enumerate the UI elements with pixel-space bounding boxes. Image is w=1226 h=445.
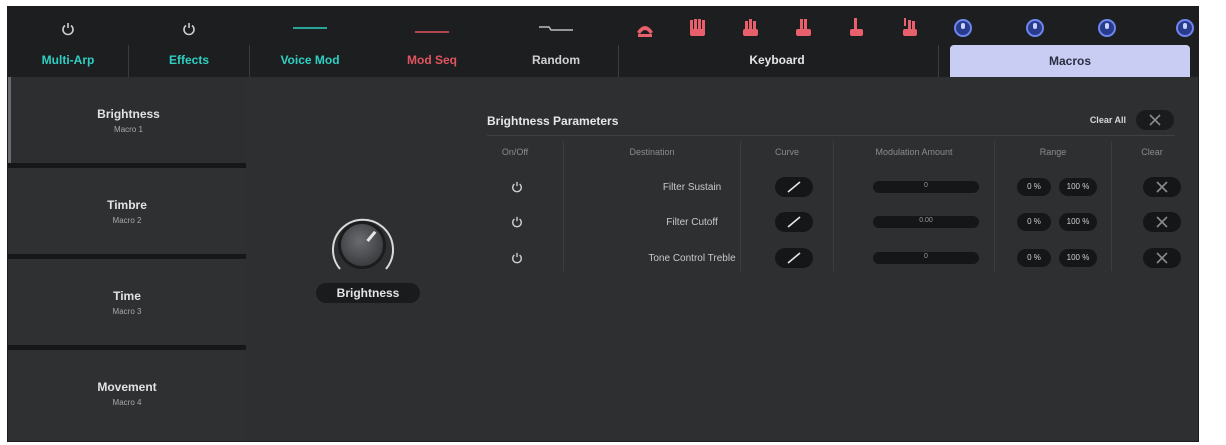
close-icon [1149,114,1161,126]
tab-random[interactable]: Random [494,7,618,77]
hand-swipe-icon[interactable] [635,16,655,38]
column-header-modulation-amount: Modulation Amount [875,147,953,157]
tab-macros[interactable]: Macros [950,45,1190,77]
random-line-icon [494,17,618,41]
macro-1-knob-icon[interactable] [954,19,972,37]
table-row: Tone Control Treble 0 0 % 100 % [487,244,1181,274]
tab-multi-arp[interactable]: Multi-Arp [8,7,128,77]
tab-mod-seq-label: Mod Seq [407,53,457,67]
macro-knob-icons [938,15,1198,41]
three-finger-icon[interactable] [741,16,761,38]
curve-line-icon [787,181,801,193]
macro-item-movement[interactable]: Movement Macro 4 [8,350,246,441]
range-min-field[interactable]: 0 % [1017,249,1051,267]
line-icon [370,17,494,41]
macro-item-subtitle: Macro 1 [114,125,143,134]
macro-item-subtitle: Macro 3 [112,307,142,316]
line-icon [250,17,370,41]
tab-voice-mod-label: Voice Mod [280,53,340,67]
macro-item-subtitle: Macro 2 [112,216,142,225]
column-header-range: Range [1039,147,1067,157]
macro-item-time[interactable]: Time Macro 3 [8,259,246,345]
macro-item-title: Brightness [97,107,160,121]
table-row: Filter Sustain 0 0 % 100 % [487,173,1181,203]
knob-body [338,221,386,269]
keyboard-mode-icons [618,13,936,41]
macro-4-knob-icon[interactable] [1176,19,1194,37]
top-tab-bar: Multi-Arp Effects Voice Mod Mod Seq Rand… [8,7,1198,77]
params-title: Brightness Parameters [487,114,619,128]
slide-finger-icon[interactable] [900,16,920,38]
column-header-on-off: On/Off [501,147,529,157]
close-icon [1156,181,1168,193]
power-toggle-icon[interactable] [511,216,523,228]
range-max-field[interactable]: 100 % [1059,213,1097,231]
power-icon[interactable] [8,17,128,41]
power-toggle-icon[interactable] [511,252,523,264]
macro-item-title: Movement [97,380,157,394]
power-toggle-icon[interactable] [511,181,523,193]
tab-voice-mod[interactable]: Voice Mod [250,7,370,77]
macro-item-title: Time [113,289,141,303]
tab-mod-seq[interactable]: Mod Seq [370,7,494,77]
macro-item-subtitle: Macro 4 [112,398,142,407]
close-icon [1156,216,1168,228]
tab-divider [938,45,939,77]
clear-row-button[interactable] [1143,177,1181,197]
range-max-field[interactable]: 100 % [1059,249,1097,267]
column-header-clear: Clear [1141,147,1163,157]
table-row: Filter Cutoff 0.00 0 % 100 % [487,208,1181,238]
clear-row-button[interactable] [1143,212,1181,232]
clear-all-label: Clear All [1089,115,1126,125]
power-icon[interactable] [129,17,249,41]
close-icon [1156,252,1168,264]
range-min-field[interactable]: 0 % [1017,178,1051,196]
modulation-value: 0 [924,253,928,260]
column-header-curve: Curve [774,147,799,157]
curve-line-icon [787,252,801,264]
curve-button[interactable] [775,248,813,268]
modulation-amount-slider[interactable]: 0 [873,252,979,264]
two-finger-icon[interactable] [794,16,814,38]
macro-list: Brightness Macro 1 Timbre Macro 2 Time M… [8,77,246,441]
knob-label: Brightness [316,283,420,303]
synth-window: Multi-Arp Effects Voice Mod Mod Seq Rand… [7,6,1199,442]
clear-all-button[interactable] [1136,110,1174,130]
modulation-amount-slider[interactable]: 0 [873,181,979,193]
one-finger-icon[interactable] [847,16,867,38]
curve-button[interactable] [775,177,813,197]
modulation-amount-slider[interactable]: 0.00 [873,216,979,228]
tab-effects-label: Effects [168,53,209,67]
brightness-knob[interactable] [326,213,406,279]
range-max-field[interactable]: 100 % [1059,178,1097,196]
column-header-destination: Destination [629,147,675,157]
clear-row-button[interactable] [1143,248,1181,268]
macro-item-brightness[interactable]: Brightness Macro 1 [8,77,246,163]
tab-multi-arp-label: Multi-Arp [41,53,95,67]
range-min-field[interactable]: 0 % [1017,213,1051,231]
header-divider [487,135,1175,136]
modulation-value: 0.00 [919,217,933,224]
tab-effects[interactable]: Effects [129,7,249,77]
curve-button[interactable] [775,212,813,232]
modulation-value: 0 [924,182,928,189]
macro-2-knob-icon[interactable] [1026,19,1044,37]
macro-3-knob-icon[interactable] [1098,19,1116,37]
tab-random-label: Random [532,53,580,67]
macro-item-timbre[interactable]: Timbre Macro 2 [8,168,246,254]
four-finger-icon[interactable] [688,16,708,38]
curve-line-icon [787,216,801,228]
tab-keyboard[interactable]: Keyboard [618,53,936,67]
macro-item-title: Timbre [107,198,147,212]
